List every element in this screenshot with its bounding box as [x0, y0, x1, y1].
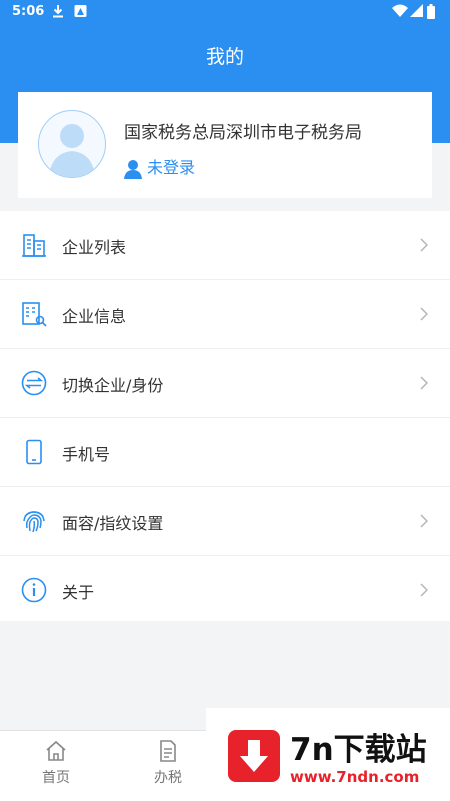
settings-menu: 企业列表 企业信息 切换企业/身份 手机号 面容/指纹设置 关于 — [0, 211, 450, 621]
menu-label: 企业列表 — [62, 238, 127, 257]
home-icon — [46, 740, 66, 761]
page-title: 我的 — [205, 46, 244, 68]
company-info-icon — [22, 302, 47, 327]
info-icon — [21, 577, 47, 603]
status-time: 5:06 — [12, 4, 45, 19]
tab-home[interactable]: 首页 — [26, 739, 86, 787]
battery-icon — [427, 4, 435, 19]
menu-label: 面容/指纹设置 — [62, 514, 164, 533]
switch-icon — [21, 370, 47, 396]
chevron-right-icon — [420, 583, 428, 597]
avatar[interactable] — [38, 110, 106, 178]
fingerprint-icon — [23, 511, 45, 533]
menu-item-phone[interactable]: 手机号 — [0, 418, 450, 487]
login-status-label: 未登录 — [147, 158, 196, 177]
menu-label: 企业信息 — [62, 307, 127, 326]
download-arrow-icon — [240, 740, 268, 772]
document-icon — [160, 740, 176, 762]
chevron-right-icon — [420, 238, 428, 252]
user-avatar-icon — [49, 124, 95, 177]
watermark: 7n下载站 www.7ndn.com — [206, 708, 450, 800]
menu-item-company-info[interactable]: 企业信息 — [0, 280, 450, 349]
org-name: 国家税务总局深圳市电子税务局 — [124, 123, 362, 143]
wifi-icon — [392, 4, 408, 17]
menu-item-face-fingerprint[interactable]: 面容/指纹设置 — [0, 487, 450, 556]
status-bar: 5:06 — [0, 0, 450, 25]
download-icon — [53, 5, 63, 18]
watermark-title: 7n下载站 — [290, 732, 427, 768]
tab-tax[interactable]: 办税 — [138, 739, 198, 787]
signal-icon — [410, 4, 423, 17]
login-status-link[interactable]: 未登录 — [124, 154, 195, 179]
building-icon — [22, 234, 46, 257]
user-icon — [124, 159, 142, 179]
menu-item-company-list[interactable]: 企业列表 — [0, 211, 450, 280]
menu-label: 切换企业/身份 — [62, 376, 164, 395]
chevron-right-icon — [420, 376, 428, 390]
tab-label: 办税 — [154, 770, 182, 786]
image-notification-icon — [74, 5, 87, 17]
chevron-right-icon — [420, 514, 428, 528]
tab-label: 首页 — [42, 770, 70, 786]
chevron-right-icon — [420, 307, 428, 321]
menu-label: 关于 — [62, 583, 95, 602]
menu-label: 手机号 — [62, 445, 111, 464]
menu-item-switch-identity[interactable]: 切换企业/身份 — [0, 349, 450, 418]
menu-item-about[interactable]: 关于 — [0, 556, 450, 624]
watermark-url: www.7ndn.com — [290, 768, 420, 786]
phone-icon — [26, 439, 42, 465]
watermark-logo — [228, 730, 280, 782]
profile-card[interactable]: 国家税务总局深圳市电子税务局 未登录 — [18, 92, 432, 198]
